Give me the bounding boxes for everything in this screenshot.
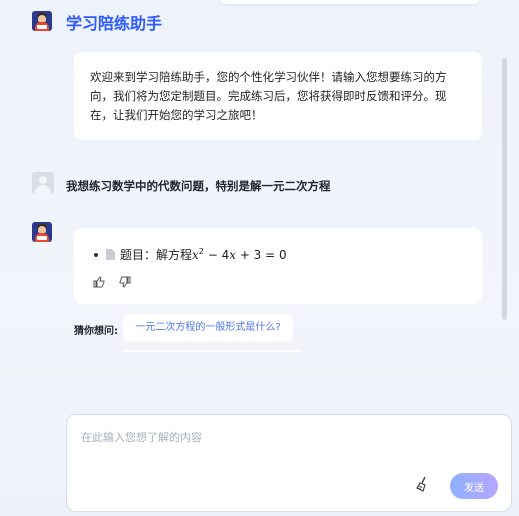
- suggested-question-button[interactable]: 一元二次方程的一般形式是什么?: [123, 314, 293, 342]
- feedback-buttons: [92, 276, 132, 290]
- thumbs-up-icon[interactable]: [92, 276, 106, 290]
- welcome-message-bubble: 欢迎来到学习陪练助手，您的个性化学习伙伴！请输入您想要练习的方向，我们将为您定制…: [74, 52, 482, 140]
- question-text: 题目：解方程x2 − 4x + 3 = 0: [120, 247, 287, 262]
- chat-input-box: 发送: [66, 414, 512, 512]
- suggestion-divider: [123, 350, 301, 352]
- document-icon: [106, 249, 115, 260]
- suggestions-label: 猜你想问:: [74, 326, 118, 337]
- chat-input[interactable]: [79, 427, 493, 471]
- thumbs-down-icon[interactable]: [118, 276, 132, 290]
- send-button[interactable]: 发送: [450, 473, 498, 499]
- assistant-avatar: [32, 222, 52, 242]
- top-bar-edge: [220, 0, 480, 4]
- welcome-message-text: 欢迎来到学习陪练助手，您的个性化学习伙伴！请输入您想要练习的方向，我们将为您定制…: [90, 70, 447, 122]
- clear-broom-icon[interactable]: [414, 476, 432, 494]
- app-title: 学习陪练助手: [66, 14, 163, 33]
- assistant-avatar: [32, 11, 52, 31]
- user-message-text: 我想练习数学中的代数问题，特别是解一元二次方程: [66, 179, 331, 193]
- chat-scrollbar[interactable]: [502, 58, 507, 320]
- user-avatar: [32, 172, 54, 194]
- answer-message-bubble: 题目：解方程x2 − 4x + 3 = 0: [74, 228, 482, 304]
- bullet-dot: [94, 252, 98, 257]
- question-list-item: 题目：解方程x2 − 4x + 3 = 0: [94, 246, 287, 263]
